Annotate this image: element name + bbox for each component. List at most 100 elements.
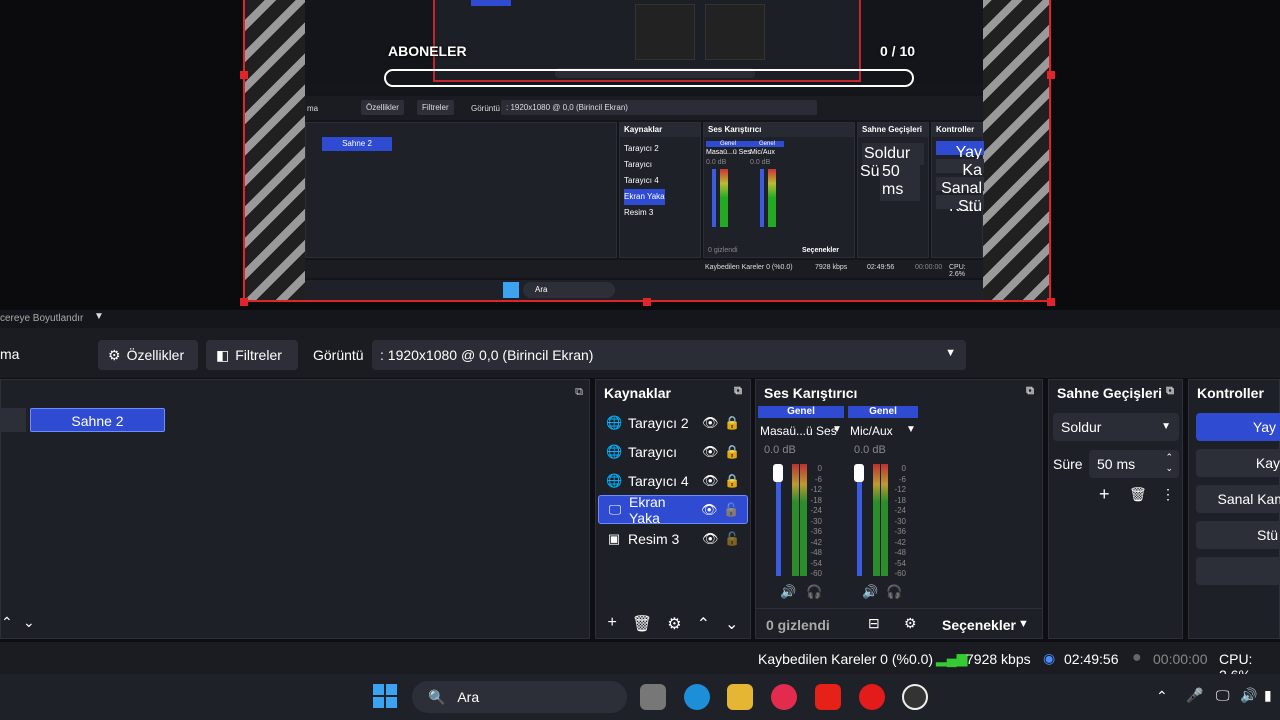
globe-icon: 🌐 bbox=[606, 414, 623, 430]
options-button[interactable]: Seçenekler bbox=[942, 617, 1016, 633]
gear-icon[interactable]: ⚙ bbox=[904, 615, 917, 632]
taskbar-search[interactable]: 🔍 Ara bbox=[412, 681, 627, 713]
meter-scale: 0 -6 -12 -18 -24 -30 -36 -42 -48 -54 -60 bbox=[892, 464, 906, 580]
undock-icon[interactable]: ⧉ bbox=[1026, 385, 1034, 401]
chevron-down-icon[interactable]: ▼ bbox=[94, 311, 104, 322]
mini-ch2: Mic/Aux bbox=[750, 149, 775, 156]
lock-icon[interactable]: 🔒 bbox=[724, 473, 740, 489]
scale-tick: -36 bbox=[810, 527, 822, 536]
source-label: Tarayıcı bbox=[628, 443, 678, 460]
gear-icon[interactable]: ⚙ bbox=[667, 614, 681, 634]
chevron-up-icon[interactable]: ⌃ bbox=[697, 614, 710, 634]
source-item[interactable]: 🌐 Tarayıcı 👁 🔒 bbox=[598, 437, 748, 466]
unlock-icon[interactable]: 🔓 bbox=[723, 502, 739, 518]
scale-tick: -12 bbox=[894, 485, 906, 494]
lock-icon[interactable]: 🔒 bbox=[724, 415, 740, 431]
source-item[interactable]: ▣ Resim 3 👁 🔓 bbox=[598, 524, 748, 553]
source-toolbar: ma ⚙ Özellikler ◧ Filtreler Görüntü : 1920… bbox=[0, 328, 1280, 378]
slider-handle[interactable] bbox=[854, 464, 864, 482]
eye-icon[interactable]: 👁 bbox=[702, 531, 719, 547]
hidden-count: 0 gizlendi bbox=[766, 617, 830, 633]
mini-status: Kaybedilen Kareler 0 (%0.0) bbox=[705, 264, 793, 271]
source-item[interactable]: 🌐 Tarayıcı 2 👁 🔒 bbox=[598, 408, 748, 437]
speaker-icon[interactable]: 🔊 bbox=[780, 584, 796, 600]
resize-handle[interactable] bbox=[1047, 71, 1055, 79]
filters-button[interactable]: ◧ Filtreler bbox=[206, 340, 298, 370]
spin-up-icon[interactable]: ⌃ bbox=[1165, 452, 1173, 463]
youtube-icon[interactable] bbox=[815, 684, 841, 710]
source-item[interactable]: 🌐 Tarayıcı 4 👁 🔒 bbox=[598, 466, 748, 495]
eye-icon[interactable]: 👁 bbox=[702, 415, 719, 431]
source-item-selected[interactable]: 🖵 Ekran Yaka 👁 🔓 bbox=[598, 494, 748, 526]
virtual-camera-button[interactable]: Sanal Kam bbox=[1196, 485, 1280, 513]
slider-handle[interactable] bbox=[773, 464, 783, 482]
scene-item[interactable] bbox=[1, 408, 26, 432]
display-icon[interactable]: 🖵 bbox=[1216, 687, 1230, 704]
settings-button[interactable] bbox=[1196, 557, 1280, 585]
add-icon[interactable]: + bbox=[1099, 484, 1110, 505]
unlock-icon[interactable]: 🔓 bbox=[724, 531, 740, 547]
task-view-icon[interactable] bbox=[640, 684, 666, 710]
bitrate: 7928 kbps bbox=[966, 651, 1031, 667]
preview-area[interactable]: ma Özellikler Filtreler Görüntü : 1920x1… bbox=[0, 0, 1280, 310]
eye-icon[interactable]: 👁 bbox=[701, 502, 718, 518]
volume-icon[interactable]: 🔊 bbox=[1240, 687, 1257, 704]
trash-icon[interactable]: 🗑 bbox=[632, 614, 652, 634]
battery-icon[interactable]: ▮ bbox=[1264, 687, 1272, 704]
sources-panel: Kaynaklar ⧉ 🌐 Tarayıcı 2 👁 🔒 🌐 Tarayıcı 👁 🔒 🌐 Ta… bbox=[595, 379, 751, 639]
chevron-down-icon[interactable]: ▼ bbox=[906, 424, 916, 435]
channel-name[interactable]: Masaü...ü Ses bbox=[760, 424, 837, 438]
scene-item-selected[interactable]: Sahne 2 bbox=[30, 408, 165, 432]
edge-icon[interactable] bbox=[684, 684, 710, 710]
more-icon[interactable]: ⋮ bbox=[1161, 486, 1175, 503]
properties-button[interactable]: ⚙ Özellikler bbox=[98, 340, 198, 370]
resize-handle[interactable] bbox=[643, 298, 651, 306]
chevron-up-icon[interactable]: ⌃ bbox=[1, 614, 13, 631]
start-streaming-button[interactable]: Yay bbox=[1196, 413, 1280, 441]
display-select[interactable]: : 1920x1080 @ 0,0 (Birincil Ekran) ▼ bbox=[372, 340, 966, 370]
chevron-down-icon[interactable]: ⌄ bbox=[23, 614, 35, 631]
headphones-icon[interactable]: 🎧 bbox=[886, 584, 902, 600]
chevron-down-icon[interactable]: ▼ bbox=[1018, 618, 1029, 630]
speaker-icon[interactable]: 🔊 bbox=[862, 584, 878, 600]
mini-source: Tarayıcı 2 bbox=[624, 144, 659, 153]
controls-title: Kontroller bbox=[1197, 385, 1264, 401]
microphone-icon[interactable]: 🎤 bbox=[1186, 687, 1203, 704]
layout-icon[interactable]: ⊟ bbox=[868, 615, 880, 632]
spin-down-icon[interactable]: ⌄ bbox=[1165, 463, 1173, 474]
mini-ch1-label: Genel bbox=[706, 141, 750, 147]
mini-ctrl: Yay bbox=[936, 141, 984, 161]
start-recording-button[interactable]: Kay bbox=[1196, 449, 1280, 477]
mini-toolbar-left: ma bbox=[307, 104, 319, 113]
studio-mode-button[interactable]: Stü bbox=[1196, 521, 1280, 549]
eye-icon[interactable]: 👁 bbox=[702, 444, 719, 460]
duration-spinbox[interactable]: 50 ms ⌃ ⌄ bbox=[1089, 450, 1179, 478]
lock-icon[interactable]: 🔒 bbox=[724, 444, 740, 460]
resize-handle[interactable] bbox=[1047, 298, 1055, 306]
source-label: Resim 3 bbox=[628, 530, 680, 547]
preview-canvas[interactable]: ma Özellikler Filtreler Görüntü : 1920x1… bbox=[243, 0, 1051, 302]
meter-scale: 0 -6 -12 -18 -24 -30 -36 -42 -48 -54 -60 bbox=[808, 464, 822, 580]
undock-icon[interactable]: ⧉ bbox=[575, 386, 583, 399]
resize-handle[interactable] bbox=[240, 298, 248, 306]
undock-icon[interactable]: ⧉ bbox=[1166, 385, 1174, 401]
chevron-up-icon[interactable]: ⌃ bbox=[1156, 688, 1168, 705]
trash-icon[interactable]: 🗑 bbox=[1129, 486, 1147, 503]
obs-icon[interactable] bbox=[902, 684, 928, 710]
add-icon[interactable]: + bbox=[608, 614, 617, 634]
eye-icon[interactable]: 👁 bbox=[702, 473, 719, 489]
media-player-icon[interactable] bbox=[771, 684, 797, 710]
subscribers-count: 0 / 10 bbox=[880, 43, 916, 59]
headphones-icon[interactable]: 🎧 bbox=[806, 584, 822, 600]
windows-start-icon[interactable] bbox=[373, 684, 397, 708]
scale-tick: -42 bbox=[810, 537, 822, 547]
folder-icon[interactable] bbox=[727, 684, 753, 710]
resize-handle[interactable] bbox=[240, 71, 248, 79]
undock-icon[interactable]: ⧉ bbox=[734, 385, 742, 401]
mini-ch1-db: 0.0 dB bbox=[706, 159, 727, 166]
channel-name[interactable]: Mic/Aux bbox=[850, 424, 893, 438]
transition-select[interactable]: Soldur ▼ bbox=[1053, 413, 1179, 441]
chevron-down-icon[interactable]: ⌄ bbox=[725, 614, 738, 634]
opera-icon[interactable] bbox=[859, 684, 885, 710]
chevron-down-icon[interactable]: ▼ bbox=[832, 424, 842, 435]
